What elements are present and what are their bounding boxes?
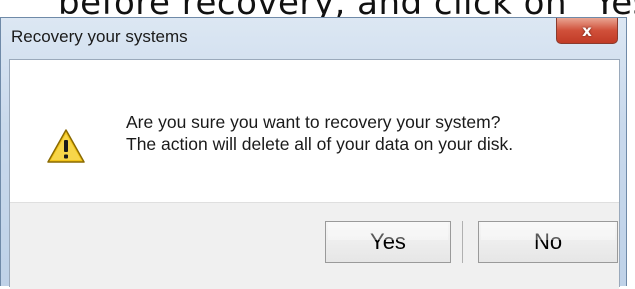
dialog-window: Recovery your systems x Are you sure you…: [0, 17, 627, 289]
button-divider: [462, 221, 463, 263]
yes-button[interactable]: Yes: [325, 221, 451, 263]
no-button[interactable]: No: [478, 221, 618, 263]
message-line-1: Are you sure you want to recovery your s…: [126, 112, 501, 132]
dialog-body: Are you sure you want to recovery your s…: [9, 59, 620, 289]
button-bar: Yes No: [10, 202, 619, 289]
message-line-2: The action will delete all of your data …: [126, 134, 514, 154]
warning-icon: [47, 129, 85, 163]
message-area: Are you sure you want to recovery your s…: [10, 60, 619, 202]
dialog-title: Recovery your systems: [11, 27, 188, 46]
close-icon: x: [582, 21, 592, 40]
close-button[interactable]: x: [556, 18, 618, 44]
confirmation-message: Are you sure you want to recovery your s…: [126, 111, 513, 155]
